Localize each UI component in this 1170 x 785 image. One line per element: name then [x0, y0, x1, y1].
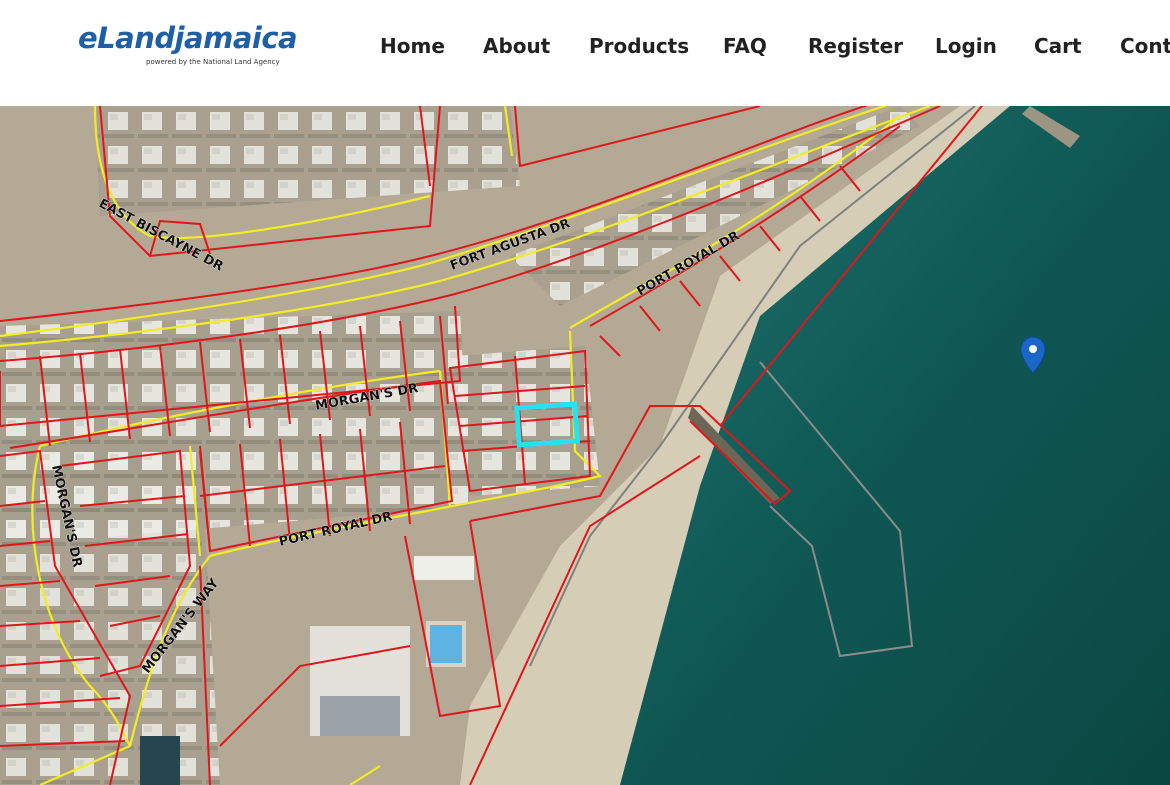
- parcel-map[interactable]: EAST BISCAYNE DR FORT AGUSTA DR PORT ROY…: [0, 106, 1170, 785]
- nav-faq[interactable]: FAQ: [723, 34, 767, 58]
- nav-register[interactable]: Register: [808, 34, 903, 58]
- site-logo[interactable]: eLandjamaica powered by the National Lan…: [78, 21, 298, 66]
- nav-cart[interactable]: Cart: [1034, 34, 1082, 58]
- nav-contact[interactable]: Conta: [1120, 34, 1170, 58]
- nav-home[interactable]: Home: [380, 34, 445, 58]
- tower-facade: [320, 696, 400, 736]
- swimming-pool: [426, 621, 466, 667]
- logo-tagline: powered by the National Land Agency: [146, 58, 280, 66]
- pool-house: [414, 556, 474, 580]
- nav-about[interactable]: About: [483, 34, 550, 58]
- logo-title: eLandjamaica: [78, 21, 298, 55]
- nav-login[interactable]: Login: [935, 34, 997, 58]
- tennis-court: [140, 736, 180, 785]
- map-canvas[interactable]: EAST BISCAYNE DR FORT AGUSTA DR PORT ROY…: [0, 106, 1170, 785]
- nav-products[interactable]: Products: [589, 34, 689, 58]
- site-header: eLandjamaica powered by the National Lan…: [0, 0, 1170, 106]
